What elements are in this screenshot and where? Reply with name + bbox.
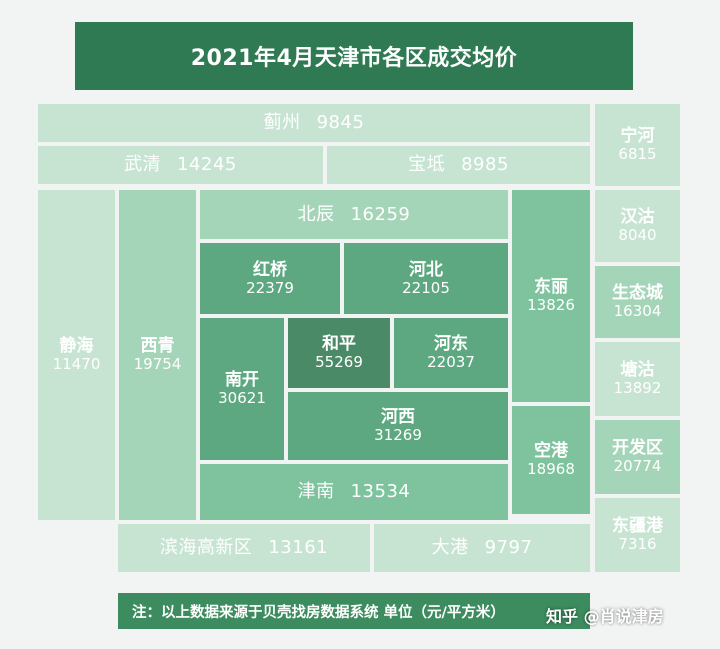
district-price: 30621 xyxy=(218,389,266,408)
district-price: 55269 xyxy=(315,353,363,372)
district-cell-hedong: 河东 22037 xyxy=(394,318,508,388)
district-cell-ninghe: 宁河 6815 xyxy=(595,104,680,186)
district-cell-jinnan: 津南 13534 xyxy=(200,464,508,520)
district-cell-nankai: 南开 30621 xyxy=(200,318,284,460)
district-name: 河东 xyxy=(434,334,468,355)
district-name: 空港 xyxy=(534,441,568,462)
district-price: 11470 xyxy=(52,355,101,374)
district-cell-binhaigaoxin: 滨海高新区 13161 xyxy=(118,524,370,572)
district-name: 东疆港 xyxy=(612,516,663,537)
district-cell-hangu: 汉沽 8040 xyxy=(595,190,680,262)
district-name: 南开 xyxy=(225,370,259,391)
district-price: 13826 xyxy=(527,296,575,315)
district-name: 武清 xyxy=(124,154,162,176)
district-cell-jizhou: 蓟州 9845 xyxy=(38,104,590,142)
district-cell-hebei: 河北 22105 xyxy=(344,243,508,314)
district-cell-konggang: 空港 18968 xyxy=(512,406,590,514)
district-name: 静海 xyxy=(59,336,94,357)
district-price: 13534 xyxy=(350,481,411,503)
district-name: 河西 xyxy=(381,407,415,428)
district-cell-tanggu: 塘沽 13892 xyxy=(595,342,680,416)
district-price: 6815 xyxy=(618,145,657,164)
district-price: 20774 xyxy=(613,457,662,476)
district-cell-xiqing: 西青 19754 xyxy=(119,190,196,520)
district-cell-beichen: 北辰 16259 xyxy=(200,190,508,239)
district-price: 8040 xyxy=(618,226,657,245)
district-price: 14245 xyxy=(177,154,237,176)
district-name: 北辰 xyxy=(297,203,335,225)
district-name: 西青 xyxy=(140,336,175,357)
source-note: 注：以上数据来源于贝壳找房数据系统 单位（元/平方米） xyxy=(118,593,590,629)
district-name: 东丽 xyxy=(534,277,568,298)
district-cell-hexi: 河西 31269 xyxy=(288,392,508,460)
district-name: 生态城 xyxy=(612,283,663,304)
district-price: 22379 xyxy=(246,278,294,297)
district-price: 16259 xyxy=(350,203,411,225)
district-cell-dongjianggang: 东疆港 7316 xyxy=(595,498,680,572)
district-name: 河北 xyxy=(409,259,443,280)
district-cell-jinghai: 静海 11470 xyxy=(38,190,115,520)
district-name: 大港 xyxy=(431,537,469,559)
district-cell-kaifaqu: 开发区 20774 xyxy=(595,420,680,494)
district-cell-wuqing: 武清 14245 xyxy=(38,146,323,184)
page-title: 2021年4月天津市各区成交均价 xyxy=(75,22,633,90)
district-price: 8985 xyxy=(461,154,509,176)
district-price: 7316 xyxy=(618,535,657,554)
district-cell-baodi: 宝坻 8985 xyxy=(327,146,590,184)
district-price: 9797 xyxy=(484,537,533,559)
district-price: 22105 xyxy=(402,278,450,297)
district-cell-dongli: 东丽 13826 xyxy=(512,190,590,402)
district-price: 9845 xyxy=(316,112,365,134)
district-name: 开发区 xyxy=(612,438,663,459)
district-price: 31269 xyxy=(374,426,422,445)
district-price: 18968 xyxy=(527,460,575,479)
district-cell-heping: 和平 55269 xyxy=(288,318,390,388)
district-price: 13161 xyxy=(268,537,329,559)
district-name: 红桥 xyxy=(253,259,287,280)
district-cell-shengtaicheng: 生态城 16304 xyxy=(595,266,680,338)
district-price: 19754 xyxy=(133,355,182,374)
watermark: 知乎 @肖说津房 xyxy=(546,607,664,626)
district-price: 16304 xyxy=(613,302,662,321)
district-cell-dagang: 大港 9797 xyxy=(374,524,590,572)
district-name: 塘沽 xyxy=(620,360,655,381)
district-price: 22037 xyxy=(427,353,475,372)
district-name: 和平 xyxy=(322,334,356,355)
district-name: 滨海高新区 xyxy=(159,537,253,559)
district-name: 汉沽 xyxy=(620,207,655,228)
district-name: 宁河 xyxy=(620,126,655,147)
district-name: 津南 xyxy=(297,481,335,503)
district-name: 蓟州 xyxy=(263,112,301,134)
district-price: 13892 xyxy=(613,379,662,398)
district-name: 宝坻 xyxy=(408,154,446,176)
district-cell-hongqiao: 红桥 22379 xyxy=(200,243,340,314)
